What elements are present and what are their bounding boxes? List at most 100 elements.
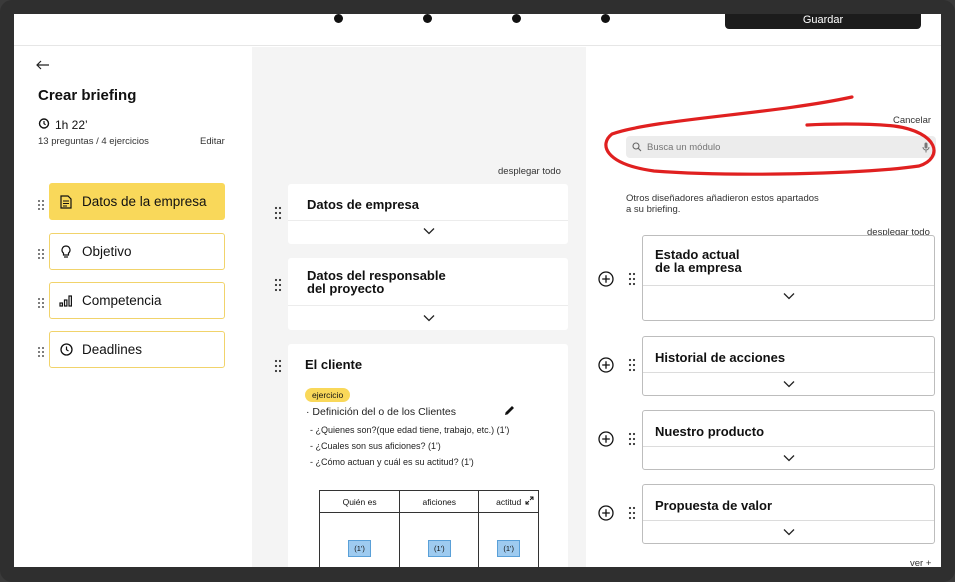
search-icon [632,142,642,152]
clock-icon [59,343,73,357]
suggestion-text: Otros diseñadores añadieron estos aparta… [626,193,819,215]
sidebar-item-competencia[interactable]: Competencia [49,282,225,319]
divider [288,220,568,221]
step-dot[interactable] [601,14,610,23]
bar-chart-icon [59,294,73,308]
time-chip[interactable]: (1') [497,540,520,557]
table-header-text: actitud [496,496,522,507]
drag-handle-icon[interactable] [274,278,282,292]
sidebar-item-objetivo[interactable]: Objetivo [49,233,225,270]
document-icon [59,194,73,209]
module-title: Nuestro producto [655,424,765,439]
drag-handle-icon[interactable] [628,358,636,372]
duration-text: 1h 22’ [55,117,88,132]
section-card[interactable]: Datos de empresa [288,184,568,244]
save-button[interactable]: Guardar [725,14,921,29]
sidebar-item-label: Datos de la empresa [82,194,207,209]
sidebar-item-label: Objetivo [82,244,132,259]
drag-handle-icon[interactable] [37,346,45,358]
add-circle-icon[interactable] [598,357,614,373]
duration: 1h 22’ [38,117,88,132]
sidebar: Crear briefing 1h 22’ 13 preguntas / 4 e… [14,47,252,567]
question-item: - ¿Quienes son?(que edad tiene, trabajo,… [310,425,510,435]
sidebar-item-deadlines[interactable]: Deadlines [49,331,225,368]
divider [643,520,934,521]
sidebar-item-datos-empresa[interactable]: Datos de la empresa [49,183,225,220]
divider [643,446,934,447]
search-box[interactable] [626,136,936,158]
section-title: Datos de empresa [307,197,419,212]
timer-icon [38,117,50,132]
exercise-table: Quién es aficiones actitud (1') (1') (1'… [318,490,539,567]
exercise-title: · Definición del o de los Clientes [306,406,457,418]
edit-link[interactable]: Editar [200,136,225,147]
module-card[interactable]: Historial de acciones [642,336,935,396]
module-search-panel: Cancelar Otros diseñadores añadieron est… [586,47,941,567]
suggestion-line: a su briefing. [626,204,681,215]
sidebar-item-label: Deadlines [82,342,143,357]
see-more-link[interactable]: ver + [910,558,931,567]
expand-icon[interactable] [525,496,534,505]
search-input[interactable] [647,141,917,153]
drag-handle-icon[interactable] [274,359,282,373]
chevron-down-icon[interactable] [423,227,435,235]
table-header: aficiones [399,490,480,513]
table-header: actitud [478,490,539,513]
questions-count: 13 preguntas / 4 ejercicios [38,136,149,147]
divider [643,372,934,373]
module-card[interactable]: Estado actual de la empresa [642,235,935,321]
module-card[interactable]: Propuesta de valor [642,484,935,544]
module-title: Historial de acciones [655,350,786,365]
suggestion-line: Otros diseñadores añadieron estos aparta… [626,193,819,204]
lightbulb-icon [59,244,73,259]
divider [288,305,568,306]
drag-handle-icon[interactable] [628,432,636,446]
module-title: Estado actual de la empresa [655,248,742,274]
add-circle-icon[interactable] [598,431,614,447]
section-card-el-cliente[interactable]: El cliente ejercicio · Definición del o … [288,344,568,567]
section-title: El cliente [305,357,363,372]
drag-handle-icon[interactable] [37,297,45,309]
drag-handle-icon[interactable] [274,206,282,220]
exercise-title-text: Definición del o de los Clientes [312,406,457,418]
drag-handle-icon[interactable] [37,199,45,211]
cancel-link[interactable]: Cancelar [893,115,931,126]
page-title: Crear briefing [38,87,137,104]
device-frame: Guardar Crear briefing 1h 22’ 13 pregunt… [0,0,955,582]
step-dot[interactable] [512,14,521,23]
section-title: Datos del responsable del proyecto [307,269,446,295]
microphone-icon[interactable] [922,142,930,153]
chevron-down-icon[interactable] [783,454,795,462]
chevron-down-icon[interactable] [423,314,435,322]
question-item: - ¿Cuales son sus aficiones? (1') [310,441,441,451]
app-screen: Guardar Crear briefing 1h 22’ 13 pregunt… [14,14,941,567]
chevron-down-icon[interactable] [783,528,795,536]
time-chip[interactable]: (1') [348,540,371,557]
module-card[interactable]: Nuestro producto [642,410,935,470]
question-item: - ¿Cómo actuan y cuál es su actitud? (1'… [310,457,474,467]
briefing-sections: desplegar todo Datos de empresa Datos de… [252,47,586,567]
chevron-down-icon[interactable] [783,380,795,388]
section-title-line: del proyecto [307,281,385,296]
divider [643,285,934,286]
drag-handle-icon[interactable] [37,248,45,260]
table-header: Quién es [318,490,401,513]
sidebar-item-label: Competencia [82,293,162,308]
back-arrow-icon[interactable] [36,57,50,75]
chevron-down-icon[interactable] [783,292,795,300]
add-circle-icon[interactable] [598,271,614,287]
section-card[interactable]: Datos del responsable del proyecto [288,258,568,330]
module-title: Propuesta de valor [655,498,773,513]
drag-handle-icon[interactable] [628,272,636,286]
drag-handle-icon[interactable] [628,506,636,520]
step-dot[interactable] [334,14,343,23]
table-cell: (1') [318,512,401,567]
step-dot[interactable] [423,14,432,23]
time-chip[interactable]: (1') [427,540,451,557]
top-bar: Guardar [14,14,941,46]
add-circle-icon[interactable] [598,505,614,521]
table-cell: (1') [478,512,539,567]
pencil-icon[interactable] [504,405,515,416]
expand-all-link[interactable]: desplegar todo [498,166,561,177]
exercise-badge: ejercicio [305,388,351,402]
